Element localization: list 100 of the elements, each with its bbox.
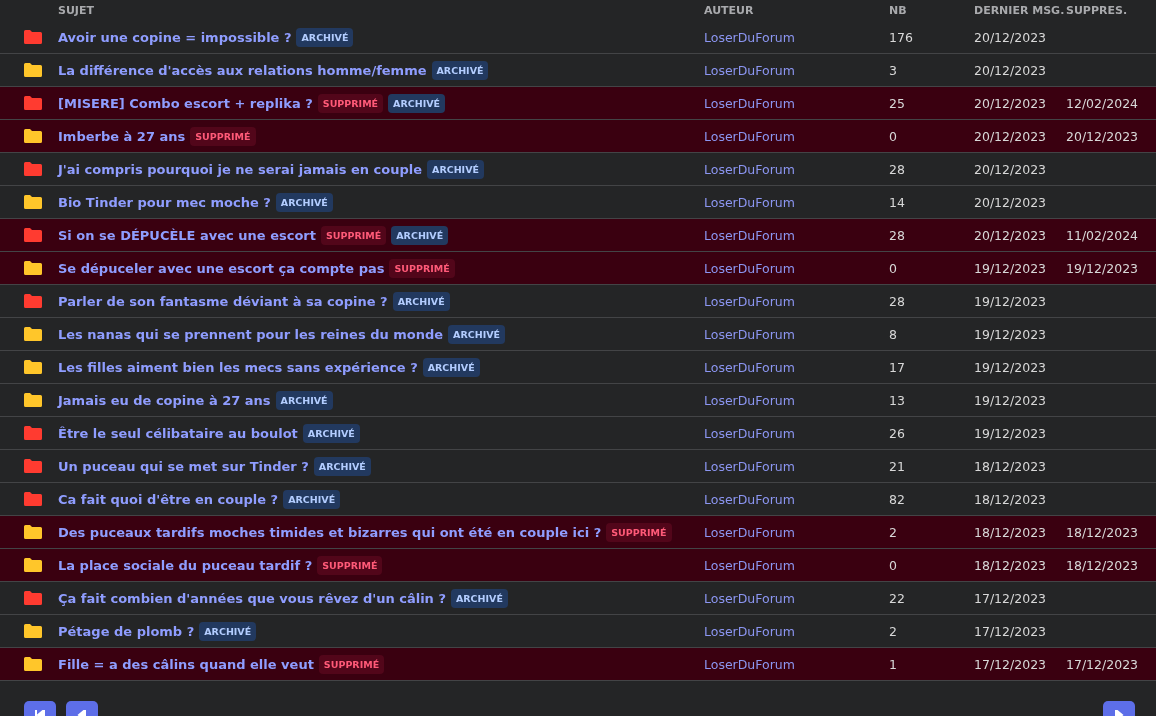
topic-title[interactable]: La différence d'accès aux relations homme/femme: [58, 62, 427, 78]
author-link[interactable]: LoserDuForum: [704, 491, 889, 507]
topic-title[interactable]: Être le seul célibataire au boulot: [58, 425, 298, 441]
deleted-tag: SUPPRIMÉ: [317, 93, 384, 113]
topic-row[interactable]: Les filles aiment bien les mecs sans expérience ? ARCHIVÉ LoserDuForum 17 19/12/2023: [0, 351, 1156, 384]
topic-row[interactable]: Se dépuceler avec une escort ça compte pas SUPPRIMÉ LoserDuForum 0 19/12/2023 19/12/2023: [0, 252, 1156, 285]
last-message-date: 18/12/2023: [974, 524, 1048, 540]
last-message-date: 19/12/2023: [974, 359, 1048, 375]
deletion-date: 18/12/2023: [1066, 557, 1140, 573]
topic-row[interactable]: Ça fait combien d'années que vous rêvez d'un câlin ? ARCHIVÉ LoserDuForum 22 17/12/2023: [0, 582, 1156, 615]
archived-tag: ARCHIVÉ: [450, 588, 508, 608]
topic-title[interactable]: J'ai compris pourquoi je ne serai jamais en couple: [58, 161, 423, 177]
message-count: 0: [889, 557, 898, 573]
author-link[interactable]: LoserDuForum: [704, 557, 889, 573]
archived-tag: ARCHIVÉ: [275, 390, 333, 410]
last-message-date: 20/12/2023: [974, 161, 1048, 177]
author-link[interactable]: LoserDuForum: [704, 458, 889, 474]
topic-row[interactable]: J'ai compris pourquoi je ne serai jamais en couple ARCHIVÉ LoserDuForum 28 20/12/2023: [0, 153, 1156, 186]
topic-title[interactable]: La place sociale du puceau tardif ?: [58, 557, 313, 573]
message-count: 28: [889, 161, 906, 177]
topic-title[interactable]: Imberbe à 27 ans: [58, 128, 186, 144]
last-message-date: 20/12/2023: [974, 194, 1048, 210]
author-link[interactable]: LoserDuForum: [704, 425, 889, 441]
topic-row[interactable]: Être le seul célibataire au boulot ARCHIVÉ LoserDuForum 26 19/12/2023: [0, 417, 1156, 450]
topic-title[interactable]: Se dépuceler avec une escort ça compte pas: [58, 260, 385, 276]
message-count: 8: [889, 326, 898, 342]
archived-tag: ARCHIVÉ: [275, 192, 333, 212]
author-link[interactable]: LoserDuForum: [704, 194, 889, 210]
deletion-date: 18/12/2023: [1066, 524, 1140, 540]
topic-row[interactable]: Jamais eu de copine à 27 ans ARCHIVÉ LoserDuForum 13 19/12/2023: [0, 384, 1156, 417]
author-link[interactable]: LoserDuForum: [704, 29, 889, 45]
deletion-date: 12/02/2024: [1066, 95, 1140, 111]
message-count: 14: [889, 194, 906, 210]
last-message-date: 17/12/2023: [974, 656, 1048, 672]
topic-title[interactable]: Si on se DÉPUCÈLE avec une escort: [58, 227, 316, 243]
author-link[interactable]: LoserDuForum: [704, 656, 889, 672]
topic-row[interactable]: Les nanas qui se prennent pour les reines du monde ARCHIVÉ LoserDuForum 8 19/12/2023: [0, 318, 1156, 351]
last-message-date: 20/12/2023: [974, 128, 1048, 144]
archived-tag: ARCHIVÉ: [392, 291, 450, 311]
author-link[interactable]: LoserDuForum: [704, 392, 889, 408]
column-header[interactable]: AUTEUR: [704, 4, 889, 21]
topic-title[interactable]: Bio Tinder pour mec moche ?: [58, 194, 271, 210]
column-header[interactable]: NB: [889, 4, 974, 21]
column-header[interactable]: SUPPRES.: [1066, 4, 1156, 21]
topic-row[interactable]: Parler de son fantasme déviant à sa copine ? ARCHIVÉ LoserDuForum 28 19/12/2023: [0, 285, 1156, 318]
message-count: 1: [889, 656, 898, 672]
message-count: 0: [889, 128, 898, 144]
topic-title[interactable]: Les filles aiment bien les mecs sans expérience ?: [58, 359, 418, 375]
last-message-date: 19/12/2023: [974, 293, 1048, 309]
topic-title[interactable]: Les nanas qui se prennent pour les reines du monde: [58, 326, 444, 342]
topic-row[interactable]: Si on se DÉPUCÈLE avec une escort SUPPRIMÉ ARCHIVÉ LoserDuForum 28 20/12/2023 11/02/2024: [0, 219, 1156, 252]
deletion-date: 20/12/2023: [1066, 128, 1140, 144]
column-header[interactable]: SUJET: [58, 4, 704, 21]
topic-title[interactable]: [MISERE] Combo escort + replika ?: [58, 95, 313, 111]
deleted-tag: SUPPRIMÉ: [318, 654, 385, 674]
author-link[interactable]: LoserDuForum: [704, 227, 889, 243]
archived-tag: ARCHIVÉ: [296, 27, 354, 47]
topic-row[interactable]: Fille = a des câlins quand elle veut SUPPRIMÉ LoserDuForum 1 17/12/2023 17/12/2023: [0, 648, 1156, 681]
deleted-tag: SUPPRIMÉ: [389, 258, 455, 278]
topic-row[interactable]: Imberbe à 27 ans SUPPRIMÉ LoserDuForum 0 20/12/2023 20/12/2023: [0, 120, 1156, 153]
topic-row[interactable]: Des puceaux tardifs moches timides et bizarres qui ont été en couple ici ? SUPPRIMÉ LoserDuForum 2 18/12/2023 18/12/2023: [0, 516, 1156, 549]
author-link[interactable]: LoserDuForum: [704, 62, 889, 78]
archived-tag: ARCHIVÉ: [427, 159, 484, 179]
topic-title[interactable]: Fille = a des câlins quand elle veut: [58, 656, 314, 672]
deletion-date: 11/02/2024: [1066, 227, 1140, 243]
author-link[interactable]: LoserDuForum: [704, 260, 889, 276]
last-message-date: 20/12/2023: [974, 62, 1048, 78]
topic-row[interactable]: [MISERE] Combo escort + replika ? SUPPRIMÉ ARCHIVÉ LoserDuForum 25 20/12/2023 12/02/2024: [0, 87, 1156, 120]
author-link[interactable]: LoserDuForum: [704, 293, 889, 309]
last-message-date: 18/12/2023: [974, 458, 1048, 474]
message-count: 17: [889, 359, 906, 375]
topic-title[interactable]: Jamais eu de copine à 27 ans: [58, 392, 271, 408]
topic-title[interactable]: Parler de son fantasme déviant à sa copine ?: [58, 293, 388, 309]
topic-title[interactable]: Avoir une copine = impossible ?: [58, 29, 292, 45]
topic-title[interactable]: Pétage de plomb ?: [58, 623, 195, 639]
column-header[interactable]: DERNIER MSG.: [974, 4, 1066, 21]
topic-row[interactable]: Un puceau qui se met sur Tinder ? ARCHIVÉ LoserDuForum 21 18/12/2023: [0, 450, 1156, 483]
author-link[interactable]: LoserDuForum: [704, 95, 889, 111]
deleted-tag: SUPPRIMÉ: [317, 555, 383, 575]
message-count: 28: [889, 293, 906, 309]
topic-title[interactable]: Ca fait quoi d'être en couple ?: [58, 491, 279, 507]
topic-title[interactable]: Un puceau qui se met sur Tinder ?: [58, 458, 309, 474]
author-link[interactable]: LoserDuForum: [704, 326, 889, 342]
author-link[interactable]: LoserDuForum: [704, 359, 889, 375]
author-link[interactable]: LoserDuForum: [704, 161, 889, 177]
topic-row[interactable]: La place sociale du puceau tardif ? SUPPRIMÉ LoserDuForum 0 18/12/2023 18/12/2023: [0, 549, 1156, 582]
archived-tag: ARCHIVÉ: [431, 60, 489, 80]
author-link[interactable]: LoserDuForum: [704, 590, 889, 606]
author-link[interactable]: LoserDuForum: [704, 128, 889, 144]
author-link[interactable]: LoserDuForum: [704, 623, 889, 639]
message-count: 2: [889, 623, 898, 639]
message-count: 21: [889, 458, 906, 474]
topic-title[interactable]: Ça fait combien d'années que vous rêvez d'un câlin ?: [58, 590, 446, 606]
topic-row[interactable]: Avoir une copine = impossible ? ARCHIVÉ LoserDuForum 176 20/12/2023: [0, 21, 1156, 54]
last-message-date: 20/12/2023: [974, 29, 1048, 45]
author-link[interactable]: LoserDuForum: [704, 524, 889, 540]
deletion-date: 17/12/2023: [1066, 656, 1140, 672]
topic-title[interactable]: Des puceaux tardifs moches timides et bizarres qui ont été en couple ici ?: [58, 524, 602, 540]
deletion-date: 19/12/2023: [1066, 260, 1140, 276]
archived-tag: ARCHIVÉ: [283, 489, 341, 509]
